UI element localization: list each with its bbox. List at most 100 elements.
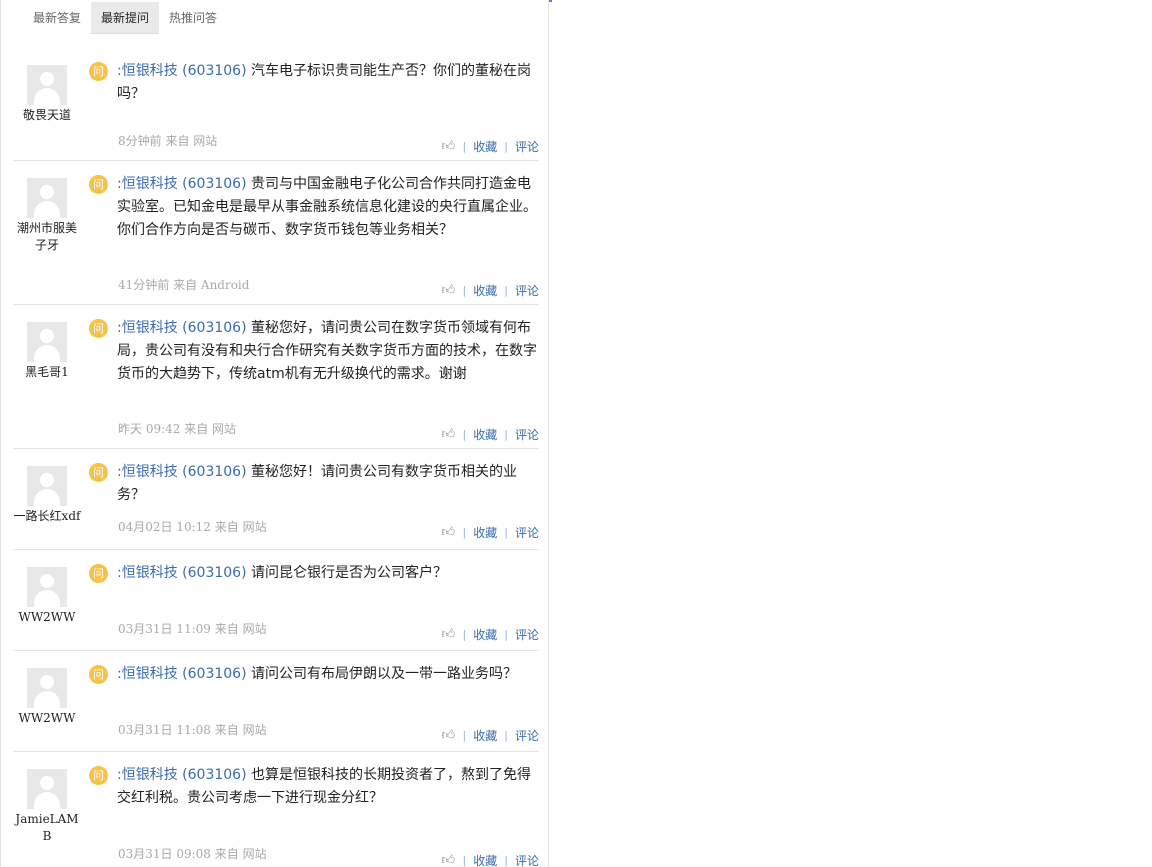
comment-button[interactable]: 评论	[515, 524, 539, 541]
stock-link[interactable]: :恒银科技 (603106)	[117, 666, 247, 682]
comment-button[interactable]: 评论	[515, 282, 539, 299]
question-meta: 8分钟前 来自 网站	[118, 134, 218, 148]
action-divider: |	[504, 284, 508, 297]
thumbs-up-icon[interactable]: 👍︎	[442, 853, 456, 867]
question-meta: 昨天 09:42 来自 网站	[118, 422, 237, 436]
comment-button[interactable]: 评论	[515, 426, 539, 443]
thumbs-up-icon[interactable]: 👍︎	[442, 427, 456, 442]
question-meta: 03月31日 09:08 来自 网站	[118, 847, 267, 861]
question-body: 请问昆仑银行是否为公司客户？	[251, 565, 447, 581]
action-divider: |	[462, 628, 467, 641]
question-icon: 问	[89, 62, 108, 81]
question-icon: 问	[89, 463, 108, 482]
question-actions: 👍︎ | 收藏 | 评论	[442, 727, 539, 744]
action-divider: |	[504, 140, 508, 153]
question-actions: 👍︎ | 收藏 | 评论	[442, 426, 539, 443]
asker-name[interactable]: 黑毛哥1	[13, 364, 81, 381]
question-list: 敬畏天道 问 :恒银科技 (603106) 汽车电子标识贵司能生产否？你们的董秘…	[13, 48, 539, 867]
avatar[interactable]	[27, 567, 67, 607]
action-divider: |	[462, 729, 467, 742]
question-text: :恒银科技 (603106) 汽车电子标识贵司能生产否？你们的董秘在岗吗？	[117, 60, 541, 106]
question-icon: 问	[89, 564, 108, 583]
comment-button[interactable]: 评论	[515, 626, 539, 643]
tab-latest-replies[interactable]: 最新答复	[23, 2, 91, 34]
stock-link[interactable]: :恒银科技 (603106)	[117, 767, 247, 783]
action-divider: |	[462, 526, 467, 539]
asker: 一路长红xdf	[13, 466, 81, 525]
comment-button[interactable]: 评论	[515, 727, 539, 744]
collect-button[interactable]: 收藏	[473, 282, 497, 299]
stock-link[interactable]: :恒银科技 (603106)	[117, 320, 247, 336]
asker: JamieLAMB	[13, 769, 81, 845]
question-text: :恒银科技 (603106) 董秘您好！请问贵公司有数字货币相关的业务？	[117, 461, 541, 507]
asker-name[interactable]: 敬畏天道	[13, 107, 81, 124]
question-meta: 03月31日 11:09 来自 网站	[118, 622, 267, 636]
question-text: :恒银科技 (603106) 请问公司有布局伊朗以及一带一路业务吗？	[117, 663, 541, 686]
question-meta: 03月31日 11:08 来自 网站	[118, 723, 267, 737]
question-body: 请问公司有布局伊朗以及一带一路业务吗？	[251, 666, 517, 682]
avatar[interactable]	[27, 178, 67, 218]
asker-name[interactable]: 一路长红xdf	[13, 508, 81, 525]
asker: 敬畏天道	[13, 65, 81, 124]
stock-link[interactable]: :恒银科技 (603106)	[117, 464, 247, 480]
thumbs-up-icon[interactable]: 👍︎	[442, 728, 456, 743]
stock-link[interactable]: :恒银科技 (603106)	[117, 176, 247, 192]
question-row: 敬畏天道 问 :恒银科技 (603106) 汽车电子标识贵司能生产否？你们的董秘…	[13, 48, 539, 161]
avatar[interactable]	[27, 668, 67, 708]
tab-bar: 最新答复 最新提问 热推问答	[23, 2, 227, 34]
asker-name[interactable]: WW2WW	[13, 710, 81, 727]
question-text: :恒银科技 (603106) 董秘您好，请问贵公司在数字货币领域有何布局，贵公司…	[117, 317, 541, 386]
tab-hot-qa[interactable]: 热推问答	[159, 2, 227, 34]
action-divider: |	[504, 729, 508, 742]
thumbs-up-icon[interactable]: 👍︎	[442, 525, 456, 540]
asker: 潮州市服美子牙	[13, 178, 81, 254]
avatar[interactable]	[27, 769, 67, 809]
asker: 黑毛哥1	[13, 322, 81, 381]
action-divider: |	[504, 854, 508, 867]
avatar[interactable]	[27, 65, 67, 105]
question-actions: 👍︎ | 收藏 | 评论	[442, 282, 539, 299]
collect-button[interactable]: 收藏	[473, 138, 497, 155]
avatar[interactable]	[27, 466, 67, 506]
thumbs-up-icon[interactable]: 👍︎	[442, 627, 456, 642]
thumbs-up-icon[interactable]: 👍︎	[442, 283, 456, 298]
asker-name[interactable]: 潮州市服美子牙	[13, 220, 81, 254]
question-row: WW2WW 问 :恒银科技 (603106) 请问昆仑银行是否为公司客户？ 03…	[13, 550, 539, 651]
collect-button[interactable]: 收藏	[473, 426, 497, 443]
action-divider: |	[462, 854, 467, 867]
action-divider: |	[504, 428, 508, 441]
action-divider: |	[504, 628, 508, 641]
question-text: :恒银科技 (603106) 贵司与中国金融电子化公司合作共同打造金电实验室。已…	[117, 173, 541, 242]
qa-panel: 最新答复 最新提问 热推问答 敬畏天道 问 :恒银科技 (603106) 汽车电…	[0, 0, 549, 867]
collect-button[interactable]: 收藏	[473, 626, 497, 643]
collect-button[interactable]: 收藏	[473, 852, 497, 867]
stock-link[interactable]: :恒银科技 (603106)	[117, 63, 247, 79]
question-icon: 问	[89, 665, 108, 684]
question-row: 一路长红xdf 问 :恒银科技 (603106) 董秘您好！请问贵公司有数字货币…	[13, 449, 539, 550]
action-divider: |	[462, 428, 467, 441]
question-actions: 👍︎ | 收藏 | 评论	[442, 852, 539, 867]
question-icon: 问	[89, 319, 108, 338]
question-text: :恒银科技 (603106) 也算是恒银科技的长期投资者了，熬到了免得交红利税。…	[117, 764, 541, 810]
comment-button[interactable]: 评论	[515, 138, 539, 155]
tab-latest-questions[interactable]: 最新提问	[91, 2, 160, 34]
question-actions: 👍︎ | 收藏 | 评论	[442, 524, 539, 541]
question-meta: 04月02日 10:12 来自 网站	[118, 520, 267, 534]
question-actions: 👍︎ | 收藏 | 评论	[442, 626, 539, 643]
asker: WW2WW	[13, 668, 81, 727]
question-icon: 问	[89, 175, 108, 194]
question-meta: 41分钟前 来自 Android	[118, 278, 250, 292]
collect-button[interactable]: 收藏	[473, 727, 497, 744]
question-actions: 👍︎ | 收藏 | 评论	[442, 138, 539, 155]
action-divider: |	[462, 284, 467, 297]
question-text: :恒银科技 (603106) 请问昆仑银行是否为公司客户？	[117, 562, 541, 585]
question-row: JamieLAMB 问 :恒银科技 (603106) 也算是恒银科技的长期投资者…	[13, 752, 539, 867]
action-divider: |	[504, 526, 508, 539]
asker-name[interactable]: JamieLAMB	[13, 811, 81, 845]
stock-link[interactable]: :恒银科技 (603106)	[117, 565, 247, 581]
avatar[interactable]	[27, 322, 67, 362]
asker-name[interactable]: WW2WW	[13, 609, 81, 626]
thumbs-up-icon[interactable]: 👍︎	[442, 139, 456, 154]
comment-button[interactable]: 评论	[515, 852, 539, 867]
collect-button[interactable]: 收藏	[473, 524, 497, 541]
